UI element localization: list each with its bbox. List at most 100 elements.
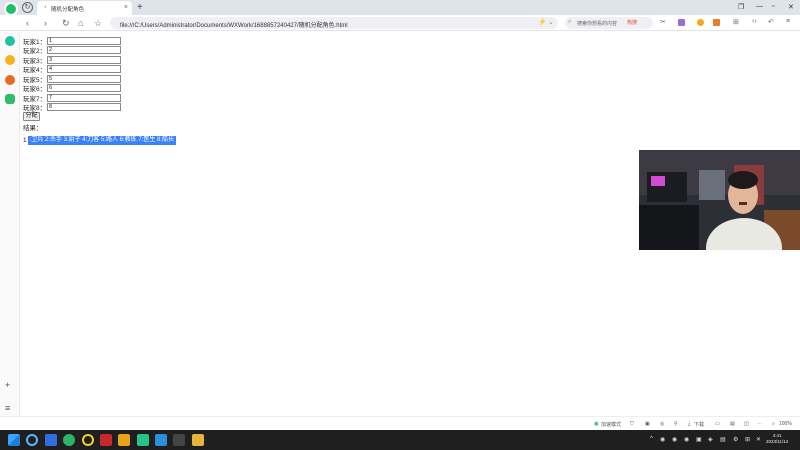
sidebar-menu-icon[interactable]: ≡ (5, 403, 10, 413)
address-url: file:///C:/Users/Administrator/Documents… (120, 22, 348, 29)
result-label: 结果： (23, 125, 43, 132)
app-red-icon[interactable] (100, 434, 112, 446)
tool-icon[interactable]: ⚲ (674, 421, 678, 427)
tray-icon-8[interactable]: ⊞ (745, 436, 750, 443)
player-input-5[interactable]: 5 (47, 74, 121, 83)
player-input-1[interactable]: 1 (47, 36, 121, 45)
player-row-2: 玩家2： 2 (23, 46, 121, 55)
search-placeholder: 搜索你想看的内容 (577, 21, 618, 27)
speed-mode-label[interactable]: 加速模式 (601, 421, 621, 428)
tray-icon-7[interactable]: ⚙ (733, 436, 738, 443)
tray-icon-2[interactable]: ◉ (672, 436, 677, 443)
tab-active[interactable]: ◔ 随机分配角色 × (37, 1, 132, 15)
player-input-2[interactable]: 2 (47, 46, 121, 54)
reload-icon[interactable]: ↻ (62, 18, 70, 29)
browser-logo-icon[interactable] (4, 2, 18, 16)
windows-start-icon[interactable] (8, 434, 20, 446)
extension-icon[interactable] (678, 19, 685, 26)
code-icon[interactable]: ‹› (752, 18, 757, 25)
close-window-icon[interactable]: ✕ (788, 3, 794, 11)
shield-icon[interactable]: ⛉ (630, 421, 634, 427)
sidebar-favorites-icon[interactable] (5, 55, 15, 65)
steam-icon[interactable] (155, 434, 167, 446)
player-label-3: 玩家3： (23, 57, 47, 65)
translate-icon[interactable]: ◎ (660, 421, 664, 427)
zoom-level[interactable]: 100% (779, 421, 792, 427)
restore-icon[interactable]: ❐ (738, 3, 744, 11)
zoom-icon[interactable]: ⌕ (772, 421, 775, 427)
player-input-7[interactable]: 7 (47, 93, 121, 102)
player-input-8[interactable]: 8 (47, 103, 121, 111)
maximize-icon[interactable]: ▫ (772, 3, 774, 10)
game-icon[interactable] (697, 19, 704, 26)
assign-button[interactable]: 分配 (23, 112, 40, 121)
cast-icon[interactable]: ▭ (715, 421, 720, 427)
lightning-icon[interactable]: ⚡ (538, 18, 547, 26)
app-orange-icon[interactable] (192, 434, 204, 446)
app-circle-icon[interactable] (82, 434, 94, 446)
tray-chevron-icon[interactable]: ^ (650, 436, 653, 442)
sidebar-weibo-icon[interactable] (5, 75, 15, 85)
player-label-1: 玩家1： (23, 38, 47, 46)
app-blue-icon[interactable] (45, 434, 57, 446)
sidebar-mail-icon[interactable] (5, 94, 15, 104)
undo-icon[interactable]: ↶ (768, 18, 774, 26)
back-icon[interactable]: ‹ (26, 18, 29, 28)
player-row-4: 玩家4： 4 (23, 65, 121, 74)
player-row-7: 玩家7： 7 (23, 93, 121, 103)
forward-icon[interactable]: › (44, 18, 47, 28)
screenshot-icon[interactable]: ▣ (645, 421, 650, 427)
close-tab-icon[interactable]: × (124, 4, 128, 11)
toolbar: ‹ › ↻ ⌂ ☆ file:///C:/Users/Administrator… (0, 15, 800, 31)
pip-icon[interactable]: ▤ (730, 421, 735, 427)
tray-icon-4[interactable]: ▣ (696, 436, 702, 443)
result-output: 1 :卫兵 2:杀手 3:厨子 4:刀客 5:路人 6:教练 7:医生 8:船长 (23, 136, 176, 145)
bookmark-star-icon[interactable]: ☆ (94, 18, 102, 29)
tray-icon-5[interactable]: ◈ (708, 436, 713, 443)
download-label[interactable]: 下载 (694, 421, 704, 428)
tray-icon-1[interactable]: ◉ (660, 436, 665, 443)
player-input-4[interactable]: 4 (47, 65, 121, 73)
search-box[interactable]: ⌕ 搜索你想看的内容 热搜 (565, 17, 653, 29)
player-label-4: 玩家4： (23, 67, 47, 74)
result-text-selected[interactable]: :卫兵 2:杀手 3:厨子 4:刀客 5:路人 6:教练 7:医生 8:船长 (27, 136, 176, 145)
refresh-badge-icon[interactable]: ↻ (22, 2, 33, 13)
hot-search-badge[interactable]: 热搜 (627, 19, 637, 26)
minimize-icon[interactable]: — (756, 3, 763, 10)
player-input-3[interactable]: 3 (47, 55, 121, 64)
player-label-7: 玩家7： (23, 95, 47, 103)
sidebar-add-icon[interactable]: + (5, 380, 10, 390)
search-icon: ⌕ (568, 19, 572, 25)
home-icon[interactable]: ⌂ (78, 18, 83, 28)
scissors-icon[interactable]: ✂ (660, 18, 666, 26)
volume-icon[interactable]: ✕ (756, 436, 761, 443)
result-prefix: 1 (23, 137, 27, 144)
app-green-icon[interactable] (137, 434, 149, 446)
tray-icon-6[interactable]: ▤ (720, 436, 726, 443)
sound-icon[interactable]: ◫ (744, 421, 749, 427)
address-bar[interactable]: file:///C:/Users/Administrator/Documents… (110, 17, 558, 29)
speed-mode-icon[interactable]: ▣ (594, 421, 599, 427)
app-yellow-icon[interactable] (118, 434, 130, 446)
sidebar-chat-icon[interactable] (5, 36, 15, 46)
app-dark-icon[interactable] (173, 434, 185, 446)
webcam-picture (639, 150, 800, 250)
player-label-8: 玩家8： (23, 105, 47, 112)
new-tab-icon[interactable]: + (137, 2, 143, 13)
tray-icon-3[interactable]: ◉ (684, 436, 689, 443)
search-taskbar-icon[interactable] (26, 434, 38, 446)
menu-icon[interactable]: ≡ (786, 18, 790, 25)
browser-taskbar-icon[interactable] (63, 434, 75, 446)
sidebar: + ≡ (0, 31, 20, 430)
player-input-6[interactable]: 6 (47, 84, 121, 92)
dropdown-icon[interactable]: ⌄ (548, 18, 554, 26)
download-icon[interactable]: ⤓ (688, 421, 690, 427)
player-row-8: 玩家8： 8 (23, 103, 121, 112)
tab-title: 随机分配角色 (51, 7, 85, 13)
tab-bar: ↻ ◔ 随机分配角色 × + ❐ — ▫ ✕ (0, 0, 800, 16)
app-icon[interactable] (713, 19, 720, 26)
system-clock[interactable]: 4:41 2023/11/14 (766, 433, 788, 445)
player-row-5: 玩家5： 5 (23, 74, 121, 84)
more-icon[interactable]: ⋯ (757, 421, 762, 427)
grid-icon[interactable]: ⊞ (733, 18, 739, 26)
